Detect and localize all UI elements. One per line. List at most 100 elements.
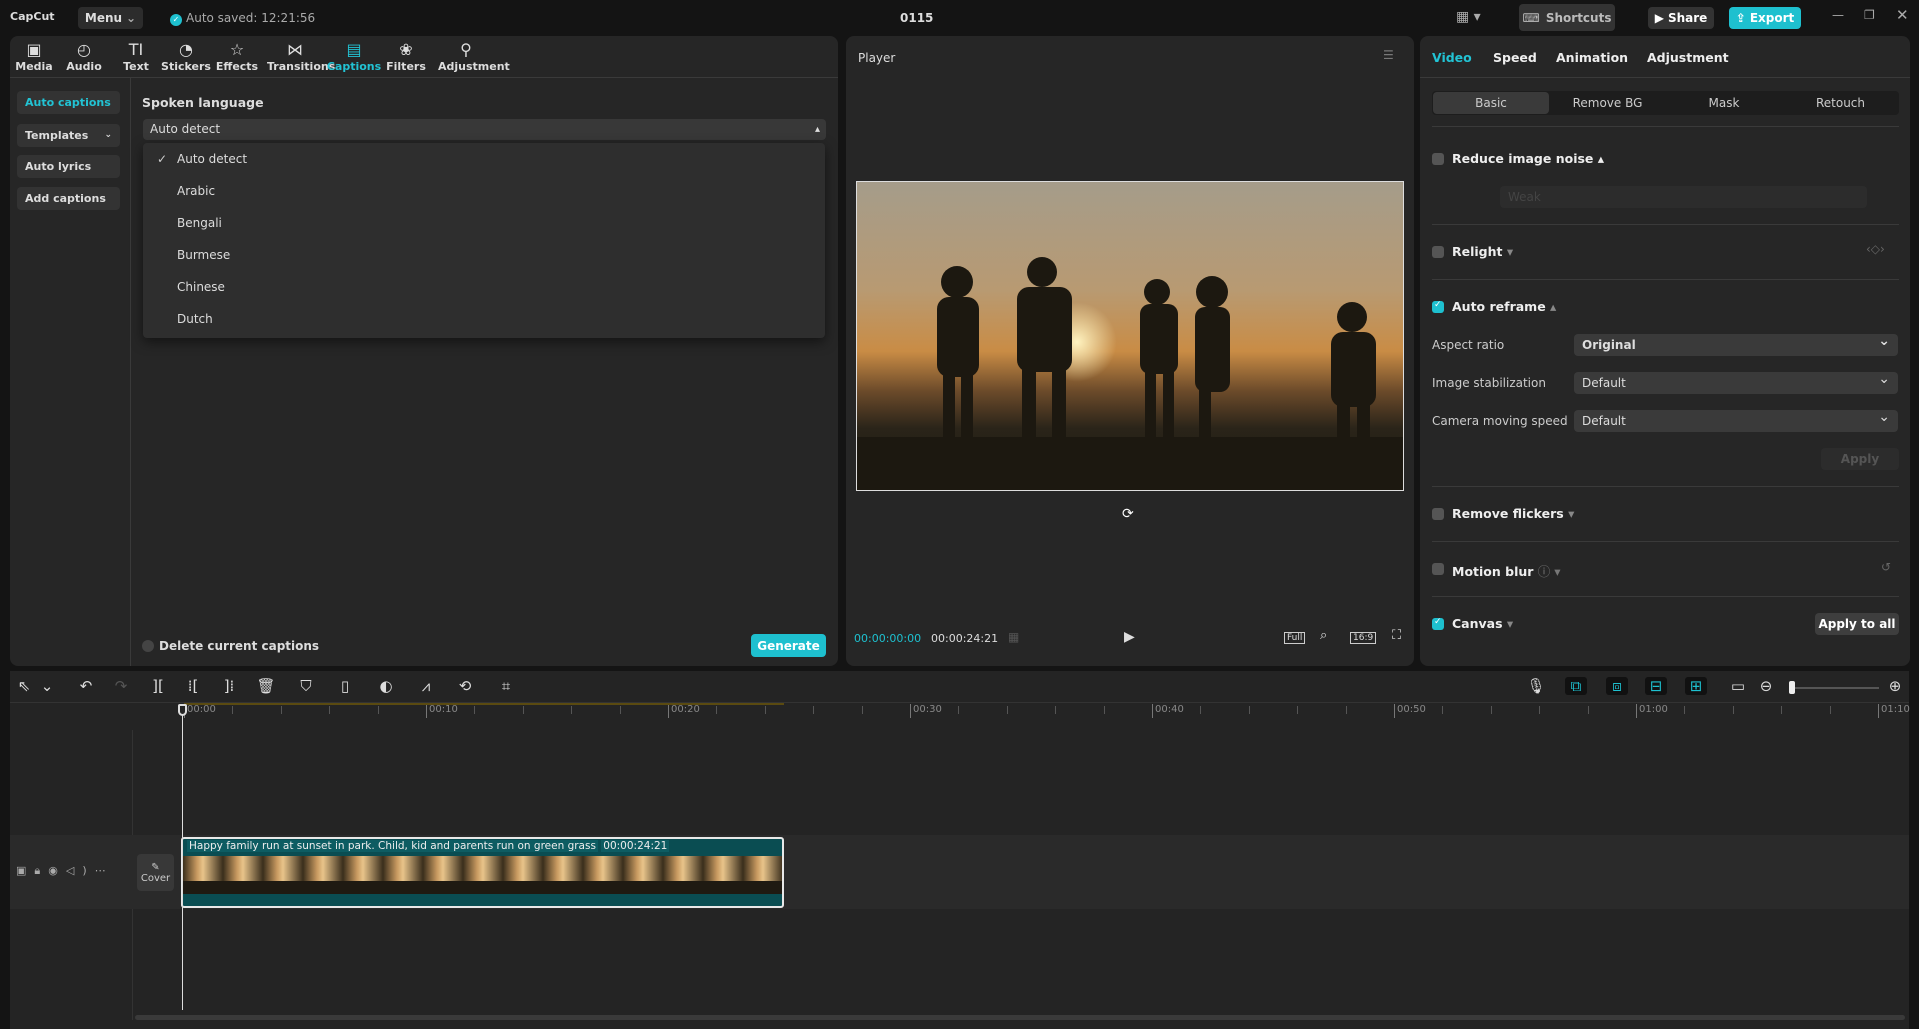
tool-tab-captions[interactable]: ▤ Captions xyxy=(326,40,382,73)
generate-button[interactable]: Generate xyxy=(751,634,826,657)
camera-speed-select[interactable]: Default xyxy=(1574,406,1898,432)
chevron-down-icon[interactable]: ⌄ xyxy=(36,677,58,695)
auto-reframe-checkbox[interactable] xyxy=(1432,300,1444,313)
menu-button[interactable]: Menu ⌄ xyxy=(78,7,143,29)
zoom-slider-handle[interactable] xyxy=(1789,681,1795,694)
apply-to-all-button[interactable]: Apply to all xyxy=(1815,613,1899,635)
canvas-title[interactable]: Canvas ▾ xyxy=(1452,616,1513,631)
freeze-icon[interactable]: ▯ xyxy=(334,677,356,695)
split-right-icon[interactable]: ]⁞ xyxy=(218,677,240,695)
linkage-icon[interactable]: ⊟ xyxy=(1645,677,1667,695)
tool-tab-stickers[interactable]: ◔ Stickers xyxy=(158,40,214,73)
share-button[interactable]: ▶ Share xyxy=(1648,7,1714,29)
maximize-icon[interactable]: ❐ xyxy=(1864,8,1875,22)
timeline-zoom-slider[interactable] xyxy=(1790,687,1879,689)
export-button[interactable]: ⇪ Export xyxy=(1729,7,1801,29)
undo-icon[interactable]: ↶ xyxy=(75,677,97,695)
microphone-icon[interactable]: 🎙︎ xyxy=(1525,677,1547,695)
marker-icon[interactable]: ⛉ xyxy=(295,677,317,695)
reset-icon[interactable]: ↺ xyxy=(1881,560,1891,574)
reduce-noise-checkbox[interactable] xyxy=(1432,153,1444,165)
language-option[interactable]: Arabic xyxy=(143,175,825,207)
auto-reframe-title[interactable]: Auto reframe ▴ xyxy=(1452,299,1556,314)
subtab-retouch[interactable]: Retouch xyxy=(1783,92,1899,114)
timeline-grid-icon[interactable]: ▦ xyxy=(1008,630,1019,644)
play-icon[interactable]: ▶ xyxy=(1124,629,1135,645)
lock-icon[interactable]: 🔒︎ xyxy=(34,864,48,877)
captions-menu-2[interactable]: Auto lyrics xyxy=(17,155,120,178)
aspect-ratio-select[interactable]: Original xyxy=(1574,330,1898,356)
apply-button[interactable]: Apply xyxy=(1821,448,1899,470)
preview-axis-icon[interactable]: ⊞ xyxy=(1685,677,1707,695)
video-preview[interactable] xyxy=(856,181,1404,491)
auto-snap-icon[interactable]: ⧈ xyxy=(1606,677,1628,695)
link-main-track-icon[interactable]: ⧉ xyxy=(1565,677,1587,695)
motion-blur-checkbox[interactable] xyxy=(1432,563,1444,575)
layout-icon[interactable]: ▦ ▾ xyxy=(1456,9,1481,25)
language-option[interactable]: Dutch xyxy=(143,303,825,335)
subtab-remove-bg[interactable]: Remove BG xyxy=(1550,92,1666,114)
rotate-handle-icon[interactable]: ⟳ xyxy=(1122,506,1134,522)
full-quality-button[interactable]: Full xyxy=(1284,632,1306,644)
track-video-icon[interactable]: ▣ xyxy=(16,864,34,877)
captions-menu-0[interactable]: Auto captions xyxy=(17,91,120,114)
relight-title[interactable]: Relight ▾ xyxy=(1452,244,1513,259)
fullscreen-icon[interactable]: ⛶ xyxy=(1392,628,1401,643)
language-option[interactable]: Bengali xyxy=(143,207,825,239)
language-option[interactable]: Chinese xyxy=(143,271,825,303)
tool-tab-filters[interactable]: ❀ Filters xyxy=(378,40,434,73)
zoom-preview-icon[interactable]: ⌕ xyxy=(1320,628,1327,643)
split-icon[interactable]: ][ xyxy=(147,677,169,695)
relight-checkbox[interactable] xyxy=(1432,246,1444,258)
shortcuts-button[interactable]: ⌨ Shortcuts xyxy=(1519,4,1615,31)
captions-menu-3[interactable]: Add captions xyxy=(17,187,120,210)
cover-button[interactable]: ✎ Cover xyxy=(137,854,174,891)
split-left-icon[interactable]: ⁞[ xyxy=(182,677,204,695)
redo-icon[interactable]: ↷ xyxy=(110,677,132,695)
language-select[interactable]: Auto detect ▴ xyxy=(143,119,826,140)
captions-menu-1[interactable]: Templates ⌄ xyxy=(17,124,120,147)
remove-flickers-title[interactable]: Remove flickers ▾ xyxy=(1452,506,1574,521)
inspector-tab-video[interactable]: Video xyxy=(1432,50,1472,65)
mirror-icon[interactable]: ⩘ xyxy=(415,677,437,695)
crop-icon[interactable]: ⌗ xyxy=(495,677,517,695)
cursor-icon[interactable]: ⇖ xyxy=(13,677,35,695)
reduce-noise-title[interactable]: Reduce image noise ▴ xyxy=(1452,151,1604,166)
ratio-button[interactable]: 16:9 xyxy=(1350,632,1377,644)
tool-tab-adjustment[interactable]: ⚲ Adjustment xyxy=(438,40,510,73)
delete-captions-checkbox[interactable] xyxy=(142,640,154,652)
close-icon[interactable]: ✕ xyxy=(1896,6,1909,24)
tool-tab-media[interactable]: ▣ Media xyxy=(6,40,62,73)
inspector-tab-speed[interactable]: Speed xyxy=(1493,50,1537,65)
minimize-icon[interactable]: — xyxy=(1832,8,1844,22)
keyframe-icon[interactable]: ‹◇› xyxy=(1866,242,1885,256)
timeline-scrollbar[interactable] xyxy=(135,1015,1905,1020)
language-option[interactable]: Burmese xyxy=(143,239,825,271)
delete-icon[interactable]: 🗑︎ xyxy=(255,677,277,695)
eye-icon[interactable]: ◉ xyxy=(48,864,66,877)
canvas-checkbox[interactable] xyxy=(1432,617,1444,630)
player-menu-icon[interactable]: ☰ xyxy=(1383,48,1394,62)
playhead-handle[interactable] xyxy=(178,704,187,716)
subtab-basic[interactable]: Basic xyxy=(1433,92,1549,114)
zoom-out-icon[interactable]: ⊖ xyxy=(1755,677,1777,695)
stabilization-select[interactable]: Default xyxy=(1574,368,1898,394)
more-icon[interactable]: ⋯ xyxy=(95,864,114,877)
subtab-mask[interactable]: Mask xyxy=(1666,92,1782,114)
playhead[interactable] xyxy=(182,705,183,1010)
thumbnail-icon[interactable]: ▭ xyxy=(1727,677,1749,695)
reverse-icon[interactable]: ◐ xyxy=(375,677,397,695)
tool-tab-text[interactable]: TI Text xyxy=(108,40,164,73)
language-option[interactable]: ✓ Auto detect xyxy=(143,143,825,175)
tool-tab-audio[interactable]: ◴ Audio xyxy=(56,40,112,73)
inspector-tab-adjustment[interactable]: Adjustment xyxy=(1647,50,1729,65)
rotate-icon[interactable]: ⟲ xyxy=(454,677,476,695)
video-clip[interactable]: Happy family run at sunset in park. Chil… xyxy=(181,837,784,908)
tool-tab-transitions[interactable]: ⋈ Transitions xyxy=(267,40,335,73)
zoom-in-icon[interactable]: ⊕ xyxy=(1884,677,1906,695)
inspector-tab-animation[interactable]: Animation xyxy=(1556,50,1628,65)
motion-blur-title[interactable]: Motion blur ⓘ ▾ xyxy=(1452,561,1561,580)
tool-tab-effects[interactable]: ☆ Effects xyxy=(209,40,265,73)
remove-flickers-checkbox[interactable] xyxy=(1432,508,1444,520)
audio-icon[interactable]: ◁) xyxy=(66,864,95,877)
